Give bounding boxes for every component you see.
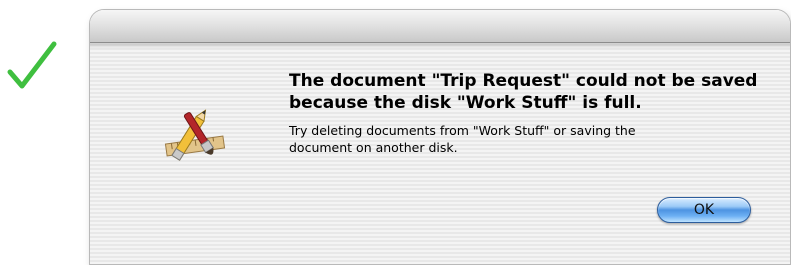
ok-button[interactable]: OK (657, 197, 751, 223)
alert-dialog: The document "Trip Request" could not be… (90, 10, 790, 264)
dialog-title-bar[interactable] (90, 10, 790, 49)
alert-detail: Try deleting documents from "Work Stuff"… (289, 123, 636, 155)
ok-button-label: OK (693, 202, 715, 218)
screen: The document "Trip Request" could not be… (0, 0, 791, 265)
alert-message: The document "Trip Request" could not be… (289, 70, 769, 156)
alert-title: The document "Trip Request" could not be… (289, 71, 758, 113)
pencil-brush-ruler-icon (164, 109, 226, 161)
checkmark-icon (7, 41, 57, 89)
